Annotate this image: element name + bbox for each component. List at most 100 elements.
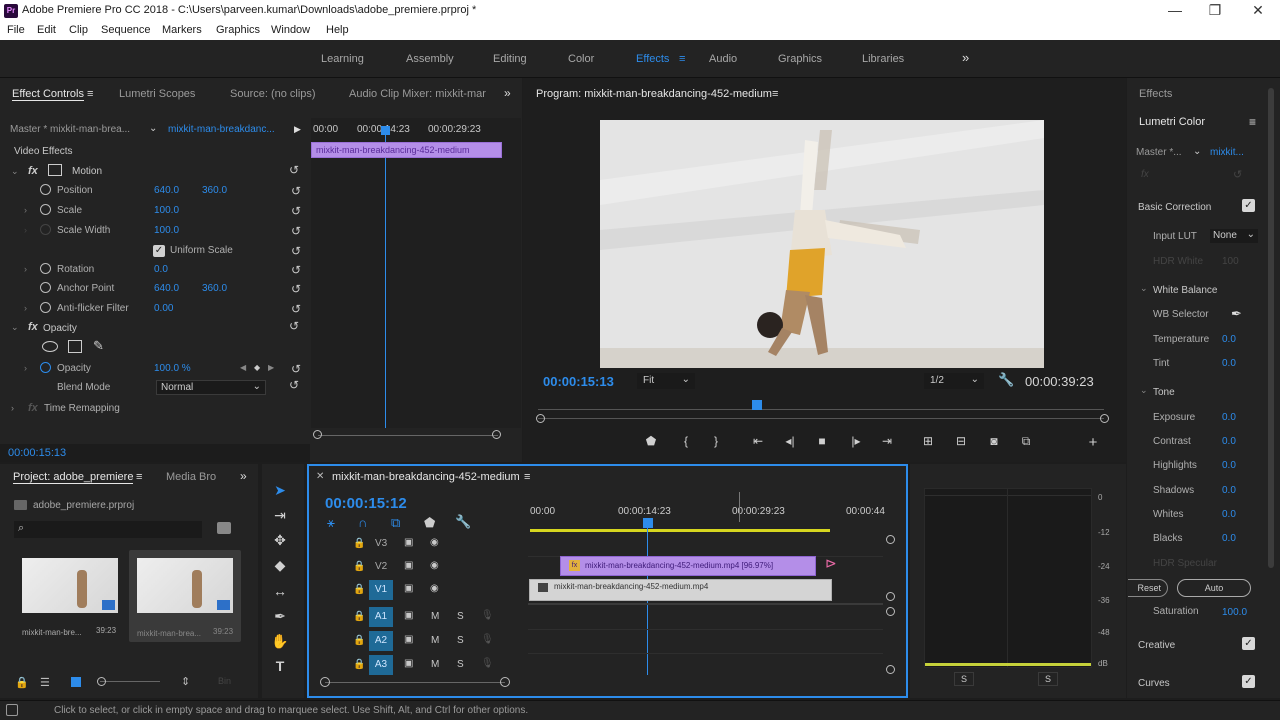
mark-out-icon[interactable]: } — [708, 434, 724, 450]
reset-icon[interactable]: ↺ — [289, 362, 303, 376]
blend-mode-dropdown[interactable]: Normal ⌄ — [156, 380, 266, 395]
add-keyframe-icon[interactable]: ◆ — [254, 363, 260, 372]
go-to-in-icon[interactable]: ⇤ — [750, 434, 766, 450]
workspace-effects[interactable]: Effects — [636, 53, 669, 65]
ec-timecode[interactable]: 00:00:15:13 — [8, 447, 66, 459]
tab-project[interactable]: Project: adobe_premiere — [13, 471, 134, 484]
lift-icon[interactable]: ⊞ — [920, 434, 936, 450]
selection-tool-icon[interactable]: ➤ — [270, 482, 290, 502]
program-timecode[interactable]: 00:00:15:13 — [543, 374, 614, 389]
step-back-icon[interactable]: ◂| — [782, 434, 798, 450]
highlights-value[interactable]: 0.0 — [1222, 460, 1236, 471]
sync-lock-icon[interactable]: ▣ — [404, 610, 413, 621]
stopwatch-icon[interactable] — [40, 302, 51, 313]
fx-icon[interactable]: fx — [28, 165, 38, 177]
reset-icon[interactable]: ↺ — [289, 302, 303, 316]
eye-icon[interactable]: ◉ — [430, 583, 439, 594]
menu-graphics[interactable]: Graphics — [216, 24, 260, 36]
ripple-edit-tool-icon[interactable]: ✥ — [270, 532, 290, 552]
add-marker-icon[interactable]: ⬟ — [424, 515, 435, 531]
snap-icon[interactable]: ∩ — [358, 515, 367, 530]
mini-zoom-right-handle[interactable] — [492, 430, 501, 439]
reset-icon[interactable]: ↺ — [289, 263, 303, 277]
position-x-value[interactable]: 640.0 — [154, 185, 179, 196]
curves-heading[interactable]: Curves — [1138, 678, 1170, 689]
fx-icon[interactable]: fx — [28, 321, 38, 333]
mark-in-icon[interactable]: { — [678, 434, 694, 450]
menu-clip[interactable]: Clip — [69, 24, 88, 36]
mini-zoom-left-handle[interactable] — [313, 430, 322, 439]
reset-icon[interactable]: ↺ — [289, 224, 303, 238]
reset-button[interactable]: Reset — [1128, 579, 1168, 597]
uniform-scale-checkbox[interactable]: ✓ — [153, 245, 165, 257]
mini-clip[interactable]: mixkit-man-breakdancing-452-medium — [311, 142, 502, 158]
lock-icon[interactable]: 🔒 — [353, 538, 365, 549]
anti-flicker-value[interactable]: 0.00 — [154, 303, 173, 314]
next-keyframe-icon[interactable]: ▶ — [268, 363, 274, 372]
blend-reset-icon[interactable]: ↺ — [289, 378, 299, 392]
chevron-right-icon[interactable]: › — [24, 264, 27, 274]
scale-value[interactable]: 100.0 — [154, 205, 179, 216]
track-label[interactable]: A3 — [369, 655, 393, 675]
timeline-title[interactable]: mixkit-man-breakdancing-452-medium — [332, 471, 520, 483]
white-balance-heading[interactable]: White Balance — [1153, 285, 1217, 296]
stop-icon[interactable]: ■ — [814, 434, 830, 450]
vscroll-top-handle[interactable] — [886, 535, 895, 544]
opacity-reset-icon[interactable]: ↺ — [289, 319, 299, 333]
lock-icon[interactable]: 🔒 — [353, 635, 365, 646]
eye-icon[interactable]: ◉ — [430, 537, 439, 548]
mute-button[interactable]: M — [431, 659, 439, 670]
project-menu-icon[interactable]: ≡ — [136, 471, 142, 483]
zoom-left-handle[interactable] — [536, 414, 545, 423]
chevron-down-icon[interactable]: ⌄ — [1193, 146, 1201, 157]
eyedropper-icon[interactable]: ✒ — [1231, 306, 1242, 322]
workspace-more-button[interactable]: » — [962, 50, 969, 65]
track-label[interactable]: A2 — [369, 631, 393, 651]
hand-tool-icon[interactable]: ✋ — [270, 633, 290, 653]
program-title[interactable]: Program: mixkit-man-breakdancing-452-med… — [536, 88, 772, 100]
lock-icon[interactable]: 🔒 — [15, 676, 29, 689]
lumetri-clip-label[interactable]: mixkit... — [1210, 147, 1244, 158]
program-video-frame[interactable] — [600, 120, 1044, 368]
sync-lock-icon[interactable]: ▣ — [404, 560, 413, 571]
vscroll-mid-handle[interactable] — [886, 592, 895, 601]
program-playhead[interactable] — [752, 400, 762, 410]
basic-correction-heading[interactable]: Basic Correction — [1138, 202, 1211, 213]
solo-left-button[interactable]: S — [954, 672, 974, 686]
comparison-view-icon[interactable]: ⧉ — [1018, 434, 1034, 450]
wrench-icon[interactable]: 🔧 — [998, 372, 1014, 388]
whites-value[interactable]: 0.0 — [1222, 509, 1236, 520]
solo-button[interactable]: S — [457, 635, 464, 646]
chevron-right-icon[interactable]: › — [24, 303, 27, 313]
reset-icon[interactable]: ↺ — [289, 244, 303, 258]
minimize-button[interactable]: — — [1166, 2, 1184, 20]
button-editor-icon[interactable]: + — [1085, 434, 1101, 451]
mute-button[interactable]: M — [431, 611, 439, 622]
timeline-timecode[interactable]: 00:00:15:12 — [325, 495, 407, 512]
timeline-zoom-left-handle[interactable] — [320, 677, 330, 687]
chevron-right-icon[interactable]: › — [24, 363, 27, 373]
stopwatch-icon[interactable] — [40, 184, 51, 195]
temperature-value[interactable]: 0.0 — [1222, 334, 1236, 345]
rotation-value[interactable]: 0.0 — [154, 264, 168, 275]
close-button[interactable]: ✕ — [1249, 2, 1267, 20]
blacks-value[interactable]: 0.0 — [1222, 533, 1236, 544]
menu-help[interactable]: Help — [326, 24, 349, 36]
icon-view-icon[interactable] — [71, 677, 81, 687]
new-bin-icon[interactable] — [217, 522, 231, 534]
creative-checkbox[interactable]: ✓ — [1242, 637, 1255, 650]
track-label[interactable]: V3 — [375, 538, 387, 549]
workspace-audio[interactable]: Audio — [709, 53, 737, 65]
sync-lock-icon[interactable]: ▣ — [404, 537, 413, 548]
program-zoom-bar[interactable] — [538, 418, 1104, 419]
tab-lumetri-scopes[interactable]: Lumetri Scopes — [119, 88, 195, 100]
basic-correction-checkbox[interactable]: ✓ — [1242, 199, 1255, 212]
menu-edit[interactable]: Edit — [37, 24, 56, 36]
time-remap-twirl-icon[interactable]: › — [11, 403, 14, 413]
reset-icon[interactable]: ↺ — [289, 184, 303, 198]
shadows-value[interactable]: 0.0 — [1222, 485, 1236, 496]
lock-icon[interactable]: 🔒 — [353, 659, 365, 670]
panel-overflow-icon[interactable]: » — [504, 86, 511, 100]
type-tool-icon[interactable]: T — [270, 658, 290, 678]
opacity-twirl-icon[interactable]: ⌄ — [11, 322, 19, 333]
